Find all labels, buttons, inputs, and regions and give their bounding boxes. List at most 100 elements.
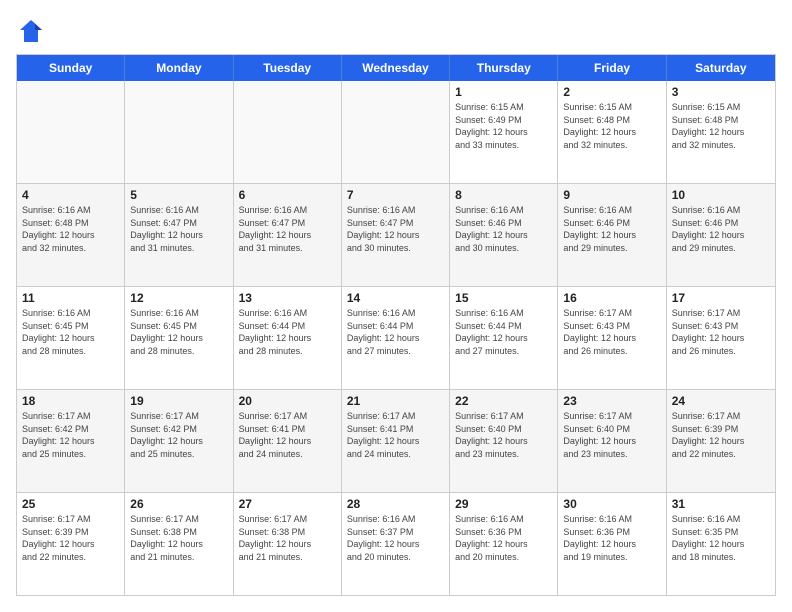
day-info: Sunrise: 6:17 AMSunset: 6:38 PMDaylight:…	[239, 513, 336, 563]
day-cell-13: 13 Sunrise: 6:16 AMSunset: 6:44 PMDayligh…	[234, 287, 342, 389]
header-day-thursday: Thursday	[450, 55, 558, 81]
day-info: Sunrise: 6:16 AMSunset: 6:36 PMDaylight:…	[455, 513, 552, 563]
day-info: Sunrise: 6:16 AMSunset: 6:45 PMDaylight:…	[130, 307, 227, 357]
day-number: 20	[239, 394, 336, 408]
calendar-row-2: 4 Sunrise: 6:16 AMSunset: 6:48 PMDaylight…	[17, 183, 775, 286]
day-cell-16: 16 Sunrise: 6:17 AMSunset: 6:43 PMDayligh…	[558, 287, 666, 389]
day-info: Sunrise: 6:17 AMSunset: 6:42 PMDaylight:…	[130, 410, 227, 460]
day-cell-30: 30 Sunrise: 6:16 AMSunset: 6:36 PMDayligh…	[558, 493, 666, 595]
day-cell-4: 4 Sunrise: 6:16 AMSunset: 6:48 PMDaylight…	[17, 184, 125, 286]
day-cell-14: 14Sunrise: 6:16 AMSunset: 6:44 PMDayligh…	[342, 287, 450, 389]
day-info: Sunrise: 6:17 AMSunset: 6:40 PMDaylight:…	[563, 410, 660, 460]
day-cell-8: 8 Sunrise: 6:16 AMSunset: 6:46 PMDaylight…	[450, 184, 558, 286]
day-info: Sunrise: 6:15 AMSunset: 6:48 PMDaylight:…	[563, 101, 660, 151]
day-cell-1: 1Sunrise: 6:15 AMSunset: 6:49 PMDaylight…	[450, 81, 558, 183]
day-number: 3	[672, 85, 770, 99]
day-cell-3: 3 Sunrise: 6:15 AMSunset: 6:48 PMDaylight…	[667, 81, 775, 183]
day-info: Sunrise: 6:17 AMSunset: 6:43 PMDaylight:…	[672, 307, 770, 357]
calendar-body: 1Sunrise: 6:15 AMSunset: 6:49 PMDaylight…	[17, 81, 775, 595]
day-cell-17: 17 Sunrise: 6:17 AMSunset: 6:43 PMDayligh…	[667, 287, 775, 389]
day-info: Sunrise: 6:17 AMSunset: 6:41 PMDaylight:…	[347, 410, 444, 460]
day-number: 4	[22, 188, 119, 202]
calendar-row-5: 25 Sunrise: 6:17 AMSunset: 6:39 PMDayligh…	[17, 492, 775, 595]
day-number: 17	[672, 291, 770, 305]
day-cell-27: 27 Sunrise: 6:17 AMSunset: 6:38 PMDayligh…	[234, 493, 342, 595]
day-number: 13	[239, 291, 336, 305]
day-cell-28: 28 Sunrise: 6:16 AMSunset: 6:37 PMDayligh…	[342, 493, 450, 595]
day-cell-12: 12 Sunrise: 6:16 AMSunset: 6:45 PMDayligh…	[125, 287, 233, 389]
day-number: 31	[672, 497, 770, 511]
day-info: Sunrise: 6:17 AMSunset: 6:40 PMDaylight:…	[455, 410, 552, 460]
calendar-row-3: 11 Sunrise: 6:16 AMSunset: 6:45 PMDayligh…	[17, 286, 775, 389]
day-number: 12	[130, 291, 227, 305]
day-number: 5	[130, 188, 227, 202]
day-info: Sunrise: 6:16 AMSunset: 6:44 PMDaylight:…	[347, 307, 444, 357]
day-cell-24: 24Sunrise: 6:17 AMSunset: 6:39 PMDayligh…	[667, 390, 775, 492]
day-cell-6: 6Sunrise: 6:16 AMSunset: 6:47 PMDaylight…	[234, 184, 342, 286]
day-info: Sunrise: 6:17 AMSunset: 6:39 PMDaylight:…	[22, 513, 119, 563]
header-day-tuesday: Tuesday	[234, 55, 342, 81]
empty-cell	[17, 81, 125, 183]
logo-icon	[16, 16, 46, 46]
day-number: 25	[22, 497, 119, 511]
header-day-saturday: Saturday	[667, 55, 775, 81]
day-number: 2	[563, 85, 660, 99]
day-cell-19: 19 Sunrise: 6:17 AMSunset: 6:42 PMDayligh…	[125, 390, 233, 492]
day-number: 7	[347, 188, 444, 202]
calendar-header: SundayMondayTuesdayWednesdayThursdayFrid…	[17, 55, 775, 81]
day-info: Sunrise: 6:17 AMSunset: 6:43 PMDaylight:…	[563, 307, 660, 357]
day-number: 22	[455, 394, 552, 408]
day-cell-5: 5 Sunrise: 6:16 AMSunset: 6:47 PMDaylight…	[125, 184, 233, 286]
header	[16, 16, 776, 46]
header-day-monday: Monday	[125, 55, 233, 81]
day-number: 16	[563, 291, 660, 305]
day-info: Sunrise: 6:16 AMSunset: 6:36 PMDaylight:…	[563, 513, 660, 563]
header-day-friday: Friday	[558, 55, 666, 81]
day-number: 19	[130, 394, 227, 408]
day-number: 29	[455, 497, 552, 511]
day-number: 27	[239, 497, 336, 511]
day-info: Sunrise: 6:16 AMSunset: 6:46 PMDaylight:…	[672, 204, 770, 254]
header-day-wednesday: Wednesday	[342, 55, 450, 81]
day-number: 30	[563, 497, 660, 511]
day-cell-2: 2 Sunrise: 6:15 AMSunset: 6:48 PMDaylight…	[558, 81, 666, 183]
calendar-row-1: 1Sunrise: 6:15 AMSunset: 6:49 PMDaylight…	[17, 81, 775, 183]
day-cell-9: 9 Sunrise: 6:16 AMSunset: 6:46 PMDaylight…	[558, 184, 666, 286]
day-info: Sunrise: 6:16 AMSunset: 6:37 PMDaylight:…	[347, 513, 444, 563]
day-number: 9	[563, 188, 660, 202]
day-cell-22: 22 Sunrise: 6:17 AMSunset: 6:40 PMDayligh…	[450, 390, 558, 492]
day-cell-25: 25 Sunrise: 6:17 AMSunset: 6:39 PMDayligh…	[17, 493, 125, 595]
calendar-row-4: 18 Sunrise: 6:17 AMSunset: 6:42 PMDayligh…	[17, 389, 775, 492]
day-info: Sunrise: 6:16 AMSunset: 6:46 PMDaylight:…	[563, 204, 660, 254]
header-day-sunday: Sunday	[17, 55, 125, 81]
day-cell-11: 11 Sunrise: 6:16 AMSunset: 6:45 PMDayligh…	[17, 287, 125, 389]
day-number: 21	[347, 394, 444, 408]
day-info: Sunrise: 6:15 AMSunset: 6:48 PMDaylight:…	[672, 101, 770, 151]
day-cell-23: 23Sunrise: 6:17 AMSunset: 6:40 PMDayligh…	[558, 390, 666, 492]
empty-cell	[234, 81, 342, 183]
day-info: Sunrise: 6:16 AMSunset: 6:48 PMDaylight:…	[22, 204, 119, 254]
day-info: Sunrise: 6:16 AMSunset: 6:47 PMDaylight:…	[347, 204, 444, 254]
day-number: 11	[22, 291, 119, 305]
day-info: Sunrise: 6:16 AMSunset: 6:44 PMDaylight:…	[239, 307, 336, 357]
day-cell-26: 26Sunrise: 6:17 AMSunset: 6:38 PMDayligh…	[125, 493, 233, 595]
day-number: 15	[455, 291, 552, 305]
day-number: 18	[22, 394, 119, 408]
empty-cell	[342, 81, 450, 183]
day-info: Sunrise: 6:16 AMSunset: 6:47 PMDaylight:…	[239, 204, 336, 254]
day-number: 1	[455, 85, 552, 99]
day-number: 10	[672, 188, 770, 202]
empty-cell	[125, 81, 233, 183]
day-info: Sunrise: 6:16 AMSunset: 6:47 PMDaylight:…	[130, 204, 227, 254]
day-number: 8	[455, 188, 552, 202]
day-cell-29: 29 Sunrise: 6:16 AMSunset: 6:36 PMDayligh…	[450, 493, 558, 595]
day-info: Sunrise: 6:16 AMSunset: 6:45 PMDaylight:…	[22, 307, 119, 357]
day-cell-31: 31Sunrise: 6:16 AMSunset: 6:35 PMDayligh…	[667, 493, 775, 595]
day-cell-20: 20 Sunrise: 6:17 AMSunset: 6:41 PMDayligh…	[234, 390, 342, 492]
day-info: Sunrise: 6:16 AMSunset: 6:46 PMDaylight:…	[455, 204, 552, 254]
day-info: Sunrise: 6:17 AMSunset: 6:39 PMDaylight:…	[672, 410, 770, 460]
day-number: 28	[347, 497, 444, 511]
day-info: Sunrise: 6:17 AMSunset: 6:41 PMDaylight:…	[239, 410, 336, 460]
logo	[16, 16, 52, 46]
day-number: 26	[130, 497, 227, 511]
